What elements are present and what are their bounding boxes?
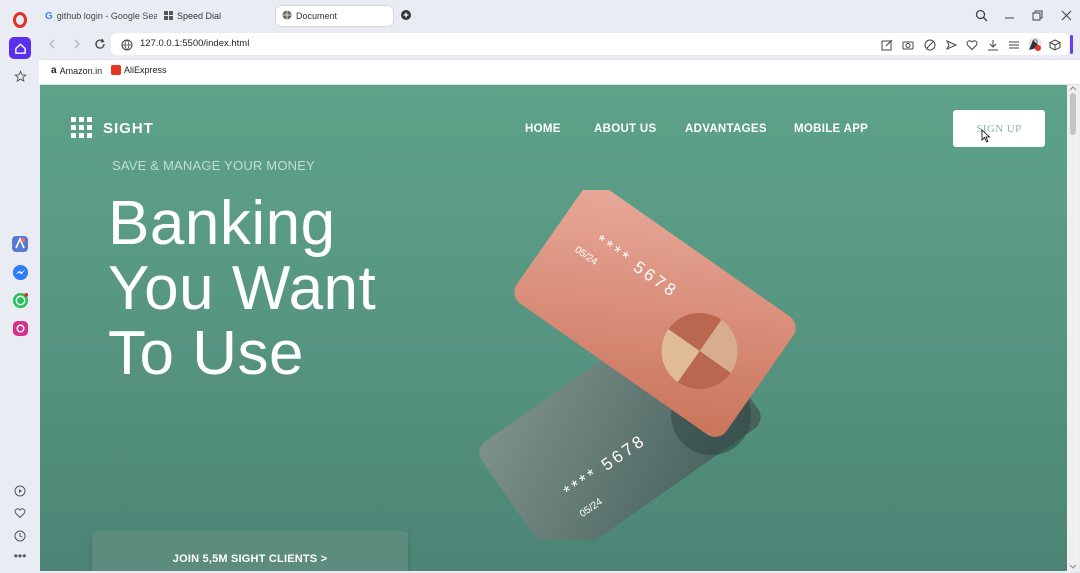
logo-text: SIGHT — [103, 119, 154, 137]
bookmark-label: Amazon.in — [59, 65, 103, 76]
heart-icon[interactable] — [10, 503, 30, 523]
instagram-icon[interactable] — [10, 318, 30, 338]
messenger-icon[interactable] — [10, 262, 30, 282]
nav-mobile-app[interactable]: MOBILE APP — [794, 123, 868, 135]
hero-line-3: To Use — [108, 319, 304, 388]
hero-line-1: Banking — [108, 189, 336, 258]
tab-speed-dial[interactable]: Speed Dial — [158, 6, 268, 26]
scrollbar-thumb[interactable] — [1070, 93, 1076, 135]
nav-home[interactable]: HOME — [525, 123, 561, 135]
bookmark-amazon[interactable]: a Amazon.in — [51, 65, 102, 76]
scroll-up-icon[interactable] — [1069, 85, 1077, 92]
vertical-scrollbar[interactable] — [1067, 85, 1079, 571]
join-clients-button[interactable]: JOIN 5,5M SIGHT CLIENTS > — [92, 531, 408, 571]
tab-label: github login - Google Search — [56, 11, 157, 21]
more-icon[interactable]: ••• — [10, 546, 30, 566]
grid-icon — [164, 10, 173, 22]
history-icon[interactable] — [10, 526, 30, 546]
camera-icon[interactable] — [902, 38, 914, 56]
play-circle-icon[interactable] — [10, 481, 30, 501]
tab-label: Speed Dial — [177, 11, 222, 21]
flow-send-icon[interactable] — [945, 38, 958, 56]
mouse-cursor-icon — [981, 129, 991, 143]
accent-bar — [1070, 35, 1073, 54]
adblock-icon[interactable] — [924, 38, 936, 56]
page-viewport: SIGHT HOME ABOUT US ADVANTAGES MOBILE AP… — [40, 85, 1067, 571]
close-icon[interactable] — [1058, 7, 1074, 23]
site-info-icon[interactable] — [121, 38, 133, 56]
tab-strip: G github login - Google Search Speed Dia… — [39, 0, 1080, 31]
bookmarks-bar: a Amazon.in AliExpress — [39, 59, 1080, 85]
browser-toolbar: 127.0.0.1:5500/index.html — [39, 31, 1080, 58]
join-label: JOIN 5,5M SIGHT CLIENTS > — [172, 553, 328, 565]
signup-button[interactable]: SIGN UP — [953, 110, 1045, 147]
bookmark-aliexpress[interactable]: AliExpress — [111, 65, 167, 75]
opera-logo-icon[interactable] — [10, 10, 30, 30]
edit-icon[interactable] — [881, 38, 893, 56]
menu-icon[interactable] — [1008, 38, 1020, 56]
tagline: SAVE & MANAGE YOUR MONEY — [112, 158, 315, 173]
nav-advantages[interactable]: ADVANTAGES — [685, 123, 767, 135]
favorite-heart-icon[interactable] — [966, 38, 978, 56]
forward-icon[interactable] — [71, 37, 83, 55]
nav-about-us[interactable]: ABOUT US — [594, 123, 656, 135]
aria-icon[interactable] — [10, 234, 30, 254]
logo-grid-icon — [71, 117, 92, 138]
home-icon[interactable] — [9, 37, 31, 59]
extensions-cube-icon[interactable] — [1049, 38, 1061, 56]
aliexpress-icon — [111, 65, 121, 75]
credit-cards-illustration: **** 5678 05/24 **** 5678 05/24 — [479, 190, 796, 540]
hero-heading: Banking You Want To Use — [108, 191, 376, 386]
bookmark-label: AliExpress — [124, 65, 167, 75]
back-icon[interactable] — [46, 37, 58, 55]
amazon-icon: a — [51, 65, 57, 76]
download-icon[interactable] — [987, 38, 999, 56]
reload-icon[interactable] — [94, 37, 106, 55]
minimize-icon[interactable] — [1001, 7, 1017, 23]
tab-document[interactable]: Document — [276, 6, 393, 26]
whatsapp-icon[interactable] — [10, 290, 30, 310]
tab-label: Document — [296, 11, 338, 21]
google-icon: G — [45, 10, 53, 22]
hero-line-2: You Want — [108, 254, 377, 323]
extension-red-icon[interactable] — [1027, 37, 1042, 57]
globe-icon — [282, 10, 292, 22]
star-icon[interactable] — [10, 66, 30, 86]
restore-icon[interactable] — [1029, 7, 1045, 23]
new-tab-button[interactable] — [398, 7, 414, 23]
tab-github-search[interactable]: G github login - Google Search — [39, 6, 157, 26]
url-text: 127.0.0.1:5500/index.html — [140, 38, 250, 49]
site-logo[interactable]: SIGHT — [71, 117, 154, 139]
scroll-down-icon[interactable] — [1069, 563, 1077, 570]
address-bar[interactable]: 127.0.0.1:5500/index.html — [111, 33, 1069, 55]
browser-sidebar: ••• — [0, 0, 39, 573]
search-tabs-icon[interactable] — [973, 7, 989, 23]
